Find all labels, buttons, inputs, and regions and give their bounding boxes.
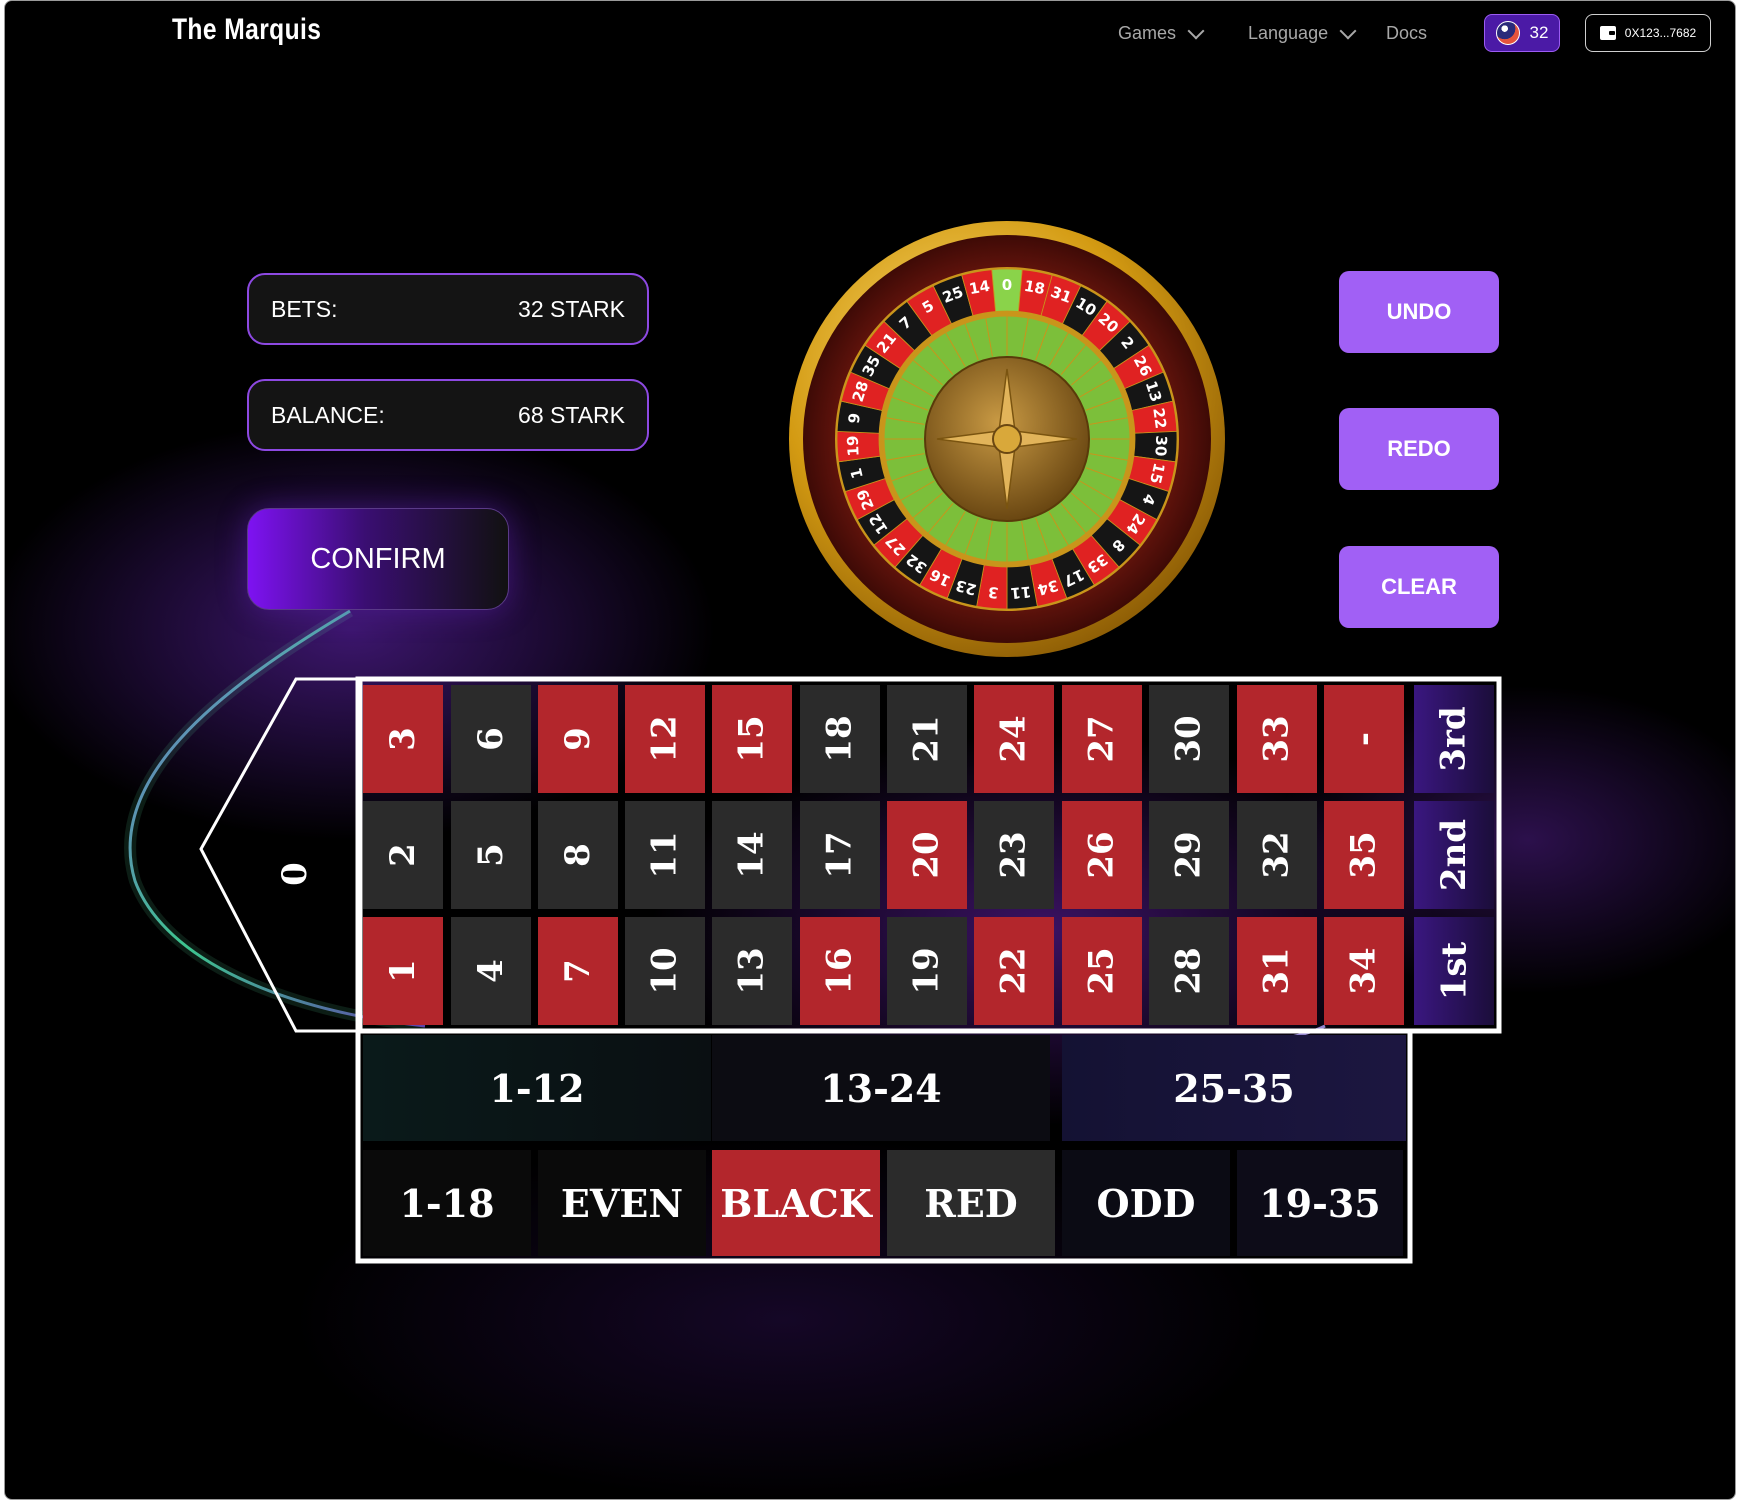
number-label: 21 <box>906 715 947 763</box>
number-cell[interactable]: 13 <box>712 917 792 1025</box>
number-cell[interactable]: 8 <box>538 801 618 909</box>
number-label: 9 <box>557 727 598 751</box>
number-cell[interactable]: 24 <box>974 685 1054 793</box>
number-cell[interactable]: 26 <box>1062 801 1142 909</box>
number-label: 24 <box>993 715 1034 763</box>
number-cell[interactable]: 2 <box>363 801 443 909</box>
outside-bet-even[interactable]: EVEN <box>538 1150 706 1256</box>
number-label: 34 <box>1343 947 1384 995</box>
number-cell[interactable]: 4 <box>451 917 531 1025</box>
number-label: 35 <box>1343 831 1384 879</box>
number-label: 14 <box>731 831 772 879</box>
number-cell[interactable]: 18 <box>800 685 880 793</box>
dozen-bet-1-12[interactable]: 1-12 <box>363 1035 711 1141</box>
number-cell[interactable]: 17 <box>800 801 880 909</box>
outside-bet-black[interactable]: BLACK <box>712 1150 880 1256</box>
number-cell[interactable]: 23 <box>974 801 1054 909</box>
column-bet-3rd[interactable]: 3rd <box>1414 685 1494 793</box>
number-label: 30 <box>1168 715 1209 763</box>
number-cell[interactable]: 16 <box>800 917 880 1025</box>
number-cell[interactable]: 19 <box>887 917 967 1025</box>
outside-bet-odd[interactable]: ODD <box>1062 1150 1230 1256</box>
number-cell[interactable]: 20 <box>887 801 967 909</box>
number-label: 25 <box>1081 947 1122 995</box>
dozen-bet-13-24[interactable]: 13-24 <box>712 1035 1050 1141</box>
outside-bet-1-18[interactable]: 1-18 <box>363 1150 531 1256</box>
number-cell[interactable]: 15 <box>712 685 792 793</box>
number-cell[interactable]: 30 <box>1149 685 1229 793</box>
number-label: 7 <box>557 959 598 983</box>
zero-label: 0 <box>275 862 315 886</box>
number-label: 33 <box>1256 715 1297 763</box>
number-cell[interactable]: - <box>1324 685 1404 793</box>
column-bet-2nd[interactable]: 2nd <box>1414 801 1494 909</box>
number-label: 17 <box>819 831 860 879</box>
number-label: 32 <box>1256 831 1297 879</box>
number-label: 10 <box>644 947 685 995</box>
number-label: 6 <box>470 727 511 751</box>
number-label: 29 <box>1168 831 1209 879</box>
number-cell[interactable]: 1 <box>363 917 443 1025</box>
number-cell[interactable]: 29 <box>1149 801 1229 909</box>
number-label: 11 <box>644 831 685 879</box>
number-cell[interactable]: 32 <box>1237 801 1317 909</box>
number-cell[interactable]: 28 <box>1149 917 1229 1025</box>
column-bet-label: 2nd <box>1434 818 1474 892</box>
number-label: 12 <box>644 715 685 763</box>
number-label: 28 <box>1168 947 1209 995</box>
number-cell[interactable]: 12 <box>625 685 705 793</box>
number-cell[interactable]: 9 <box>538 685 618 793</box>
number-label: - <box>1344 731 1384 747</box>
app-frame: The Marquis Games Language Docs 32 0X123… <box>4 0 1736 1500</box>
number-label: 20 <box>906 831 947 879</box>
number-cell[interactable]: 10 <box>625 917 705 1025</box>
number-label: 3 <box>382 727 423 751</box>
number-cell[interactable]: 7 <box>538 917 618 1025</box>
number-label: 27 <box>1081 715 1122 763</box>
dozen-bet-25-35[interactable]: 25-35 <box>1062 1035 1406 1141</box>
number-label: 16 <box>819 947 860 995</box>
number-label: 23 <box>993 831 1034 879</box>
number-label: 8 <box>557 843 598 867</box>
number-cell[interactable]: 27 <box>1062 685 1142 793</box>
number-cell[interactable]: 6 <box>451 685 531 793</box>
number-cell[interactable]: 14 <box>712 801 792 909</box>
number-label: 4 <box>470 959 511 983</box>
number-cell[interactable]: 22 <box>974 917 1054 1025</box>
outside-bet-19-35[interactable]: 19-35 <box>1237 1150 1403 1256</box>
number-label: 15 <box>731 715 772 763</box>
number-cell[interactable]: 25 <box>1062 917 1142 1025</box>
number-label: 18 <box>819 715 860 763</box>
column-bet-label: 1st <box>1433 941 1474 1001</box>
number-label: 2 <box>382 843 423 867</box>
number-label: 13 <box>731 947 772 995</box>
number-cell[interactable]: 11 <box>625 801 705 909</box>
number-label: 22 <box>993 947 1034 995</box>
column-bet-label: 3rd <box>1434 706 1474 772</box>
column-bet-1st[interactable]: 1st <box>1414 917 1494 1025</box>
number-label: 5 <box>470 843 511 867</box>
number-label: 31 <box>1256 947 1297 995</box>
number-label: 19 <box>906 947 947 995</box>
number-cell[interactable]: 5 <box>451 801 531 909</box>
number-cell[interactable]: 33 <box>1237 685 1317 793</box>
number-cell[interactable]: 31 <box>1237 917 1317 1025</box>
number-cell[interactable]: 35 <box>1324 801 1404 909</box>
number-label: 1 <box>382 959 423 983</box>
number-cell[interactable]: 3 <box>363 685 443 793</box>
number-cell[interactable]: 34 <box>1324 917 1404 1025</box>
number-label: 26 <box>1081 831 1122 879</box>
number-cell[interactable]: 21 <box>887 685 967 793</box>
outside-bet-red[interactable]: RED <box>887 1150 1055 1256</box>
